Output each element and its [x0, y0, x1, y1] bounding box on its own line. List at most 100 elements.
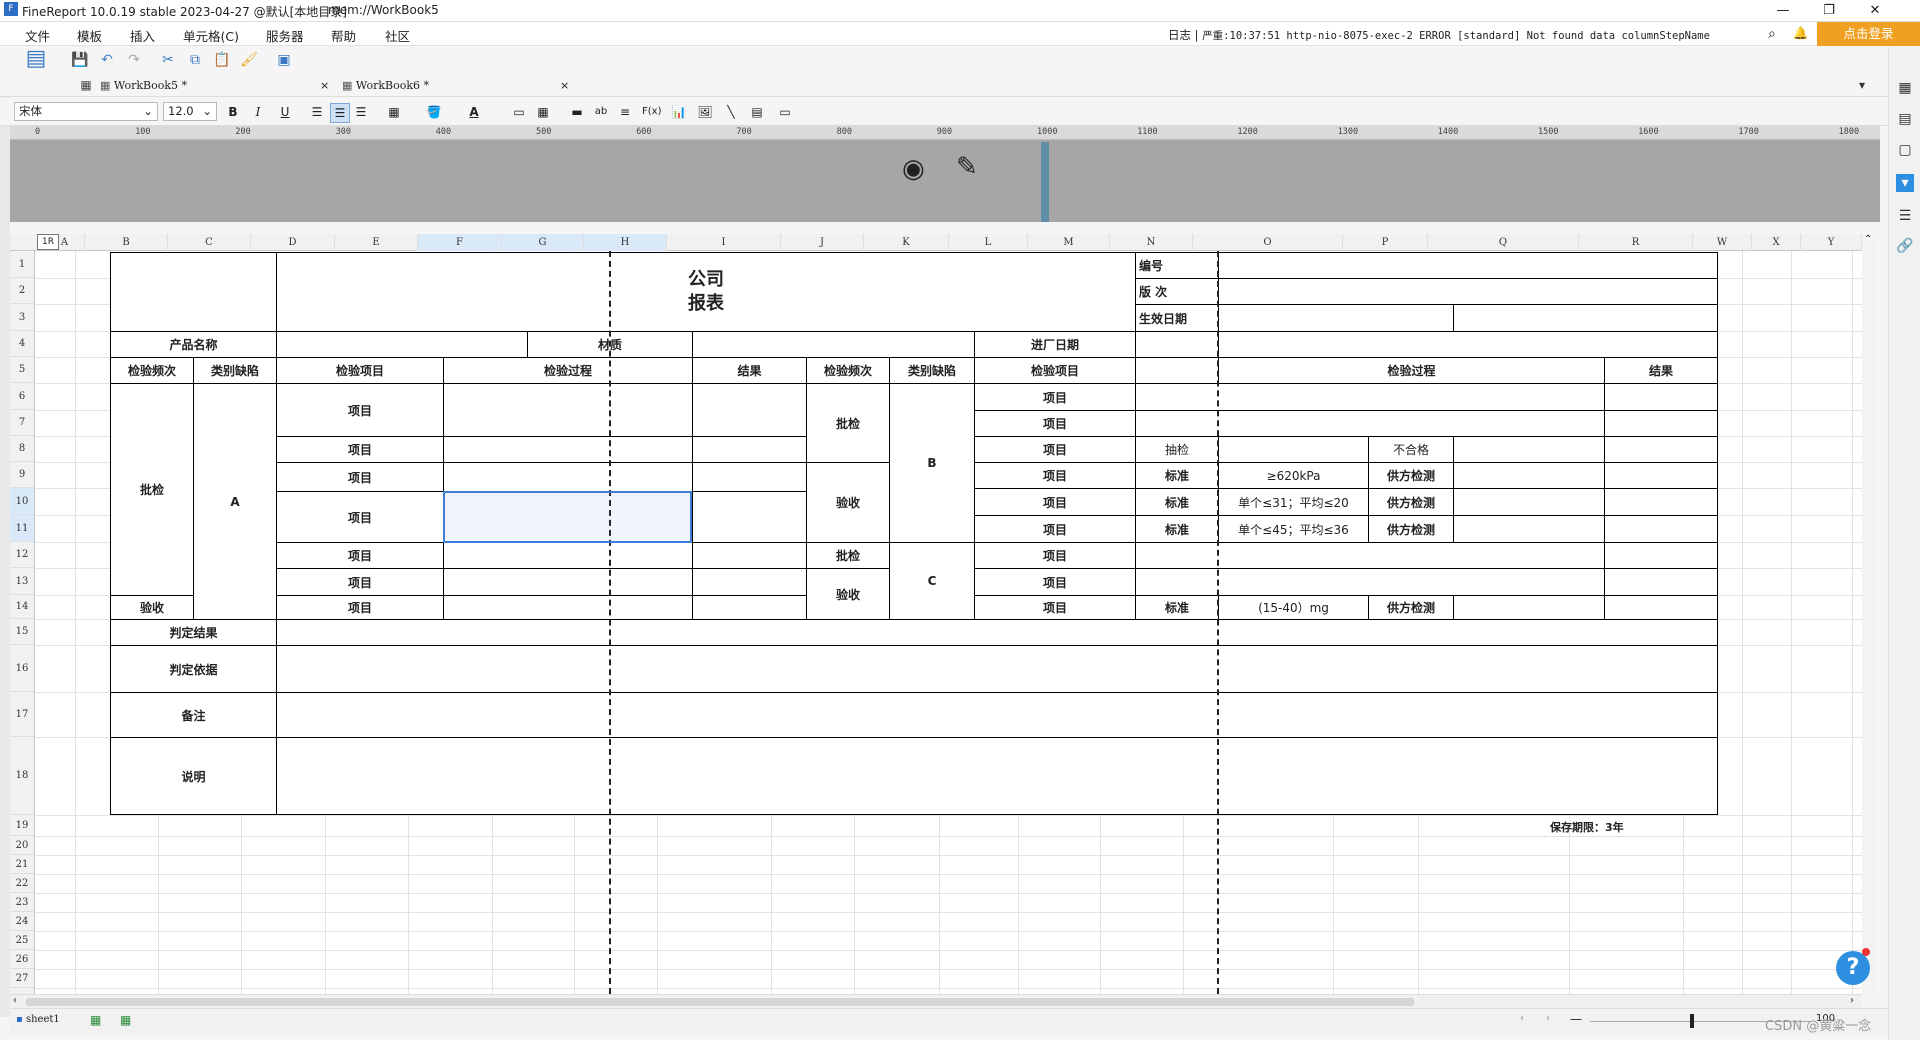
- item-cell[interactable]: 项目: [276, 462, 444, 492]
- batch-check-right-2[interactable]: 批检: [806, 542, 890, 569]
- minimize-button[interactable]: —: [1760, 0, 1806, 22]
- spot-check-cell[interactable]: 抽检: [1135, 436, 1219, 463]
- horizontal-scroll-thumb[interactable]: [26, 998, 1414, 1006]
- column-header-g[interactable]: G: [502, 234, 584, 251]
- menu-insert[interactable]: 插入: [130, 26, 155, 45]
- column-header-y[interactable]: Y: [1801, 234, 1862, 251]
- result-cell[interactable]: [1604, 568, 1718, 596]
- tab-workbook5[interactable]: ▦ WorkBook5 * ×: [100, 75, 332, 96]
- column-header-x[interactable]: X: [1752, 234, 1801, 251]
- page-boundary-marker[interactable]: [1041, 142, 1049, 222]
- row-header-7[interactable]: 7: [10, 410, 34, 436]
- redo-icon[interactable]: ↷: [124, 50, 144, 70]
- process-cell[interactable]: [1135, 410, 1605, 437]
- version-label[interactable]: 版 次: [1135, 278, 1219, 305]
- row-header-15[interactable]: 15: [10, 619, 34, 645]
- code-value[interactable]: [1218, 252, 1718, 279]
- entry-date-label[interactable]: 进厂日期: [974, 331, 1136, 358]
- menu-template[interactable]: 模板: [77, 26, 102, 45]
- freq-header-left[interactable]: 检验频次: [110, 357, 194, 384]
- column-header-h[interactable]: H: [584, 234, 667, 251]
- row-header-25[interactable]: 25: [10, 931, 34, 950]
- align-right-icon[interactable]: ☰: [352, 103, 370, 121]
- freq-header-right[interactable]: 检验频次: [806, 357, 890, 384]
- process-cell[interactable]: [1135, 568, 1605, 596]
- effective-date-label[interactable]: 生效日期: [1135, 304, 1219, 332]
- cut-icon[interactable]: ✂: [158, 50, 178, 70]
- align-center-icon[interactable]: ☰: [330, 103, 350, 123]
- category-b[interactable]: B: [889, 383, 975, 543]
- widget-settings-icon[interactable]: ▾: [1896, 174, 1914, 192]
- standard-label[interactable]: 标准: [1135, 488, 1219, 516]
- row-header-2[interactable]: 2: [10, 278, 34, 304]
- report-title[interactable]: 公司 报表: [276, 252, 1136, 332]
- close-window-button[interactable]: ✕: [1852, 0, 1898, 22]
- row-header-4[interactable]: 4: [10, 331, 34, 357]
- column-header-w[interactable]: W: [1693, 234, 1752, 251]
- standard-value[interactable]: ≥620kPa: [1218, 462, 1369, 489]
- column-header-m[interactable]: M: [1028, 234, 1110, 251]
- font-size-select[interactable]: 12.0 ⌄: [163, 102, 217, 121]
- slash-icon[interactable]: ╲: [722, 103, 740, 121]
- row-header-14[interactable]: 14: [10, 595, 34, 619]
- unqualified-value[interactable]: [1453, 436, 1605, 463]
- tab-close-icon[interactable]: ×: [320, 75, 329, 96]
- column-header-e[interactable]: E: [335, 234, 418, 251]
- border-icon[interactable]: ▦: [385, 103, 403, 121]
- row-header-24[interactable]: 24: [10, 912, 34, 931]
- supplier-test-value[interactable]: [1453, 462, 1605, 489]
- undo-icon[interactable]: ↶: [97, 50, 117, 70]
- bell-icon[interactable]: 🔔: [1793, 26, 1808, 40]
- result-cell[interactable]: [1604, 462, 1718, 489]
- chart-icon[interactable]: 📊: [670, 103, 688, 121]
- insert-cell-icon[interactable]: ▬: [568, 103, 586, 121]
- accept-right[interactable]: 验收: [806, 462, 890, 543]
- column-header-l[interactable]: L: [949, 234, 1028, 251]
- menu-server[interactable]: 服务器: [266, 26, 304, 45]
- process-cell[interactable]: [1135, 383, 1605, 411]
- item-cell[interactable]: 项目: [974, 436, 1136, 463]
- cell-attribute-icon[interactable]: ▤: [1896, 110, 1914, 128]
- accept-right-2[interactable]: 验收: [806, 568, 890, 620]
- log-area[interactable]: 日志 | 严重:10:37:51 http-nio-8075-exec-2 ER…: [1168, 27, 1710, 43]
- frame-icon[interactable]: ▭: [776, 103, 794, 121]
- supplier-test-value[interactable]: [1453, 488, 1605, 516]
- result-cell[interactable]: [692, 383, 807, 437]
- underline-button[interactable]: U: [276, 103, 294, 121]
- supplier-test-label[interactable]: 供方检测: [1368, 462, 1454, 489]
- column-header-a[interactable]: A: [45, 234, 85, 251]
- process-cell[interactable]: [1135, 542, 1605, 569]
- result-cell[interactable]: [692, 542, 807, 569]
- bold-button[interactable]: B: [224, 103, 242, 121]
- item-cell[interactable]: 项目: [276, 568, 444, 596]
- explanation-value[interactable]: [276, 737, 1718, 815]
- column-header-p[interactable]: P: [1343, 234, 1428, 251]
- retention-note[interactable]: 保存期限：3年: [1550, 819, 1624, 835]
- process-cell[interactable]: [443, 542, 693, 569]
- product-name-label[interactable]: 产品名称: [110, 331, 277, 358]
- result-header-left[interactable]: 结果: [692, 357, 807, 384]
- judge-result-label[interactable]: 判定结果: [110, 619, 277, 646]
- process-cell[interactable]: [443, 568, 693, 596]
- pencil-icon[interactable]: ✎: [956, 152, 978, 182]
- copy-icon[interactable]: ⧉: [185, 50, 205, 70]
- judge-basis-label[interactable]: 判定依据: [110, 645, 277, 693]
- process-cell[interactable]: [443, 595, 693, 620]
- process-header-right[interactable]: 检验过程: [1218, 357, 1605, 384]
- horizontal-scrollbar[interactable]: ‹ ›: [10, 994, 1862, 1008]
- material-value[interactable]: [692, 331, 975, 358]
- tab-workbook6[interactable]: ▦ WorkBook6 * ×: [342, 75, 574, 96]
- result-cell[interactable]: [1604, 515, 1718, 543]
- row-header-6[interactable]: 6: [10, 383, 34, 410]
- remarks-label[interactable]: 备注: [110, 692, 277, 738]
- defect-header-left[interactable]: 类别缺陷: [193, 357, 277, 384]
- row-header-13[interactable]: 13: [10, 568, 34, 595]
- empty-header-cell[interactable]: [1135, 357, 1219, 384]
- scroll-right-icon[interactable]: ›: [1850, 995, 1854, 1006]
- item-cell[interactable]: 项目: [276, 542, 444, 569]
- standard-label[interactable]: 标准: [1135, 515, 1219, 543]
- subreport-icon[interactable]: ▤: [748, 103, 766, 121]
- column-header-r[interactable]: R: [1579, 234, 1693, 251]
- judge-basis-value[interactable]: [276, 645, 1718, 693]
- align-left-icon[interactable]: ☰: [308, 103, 326, 121]
